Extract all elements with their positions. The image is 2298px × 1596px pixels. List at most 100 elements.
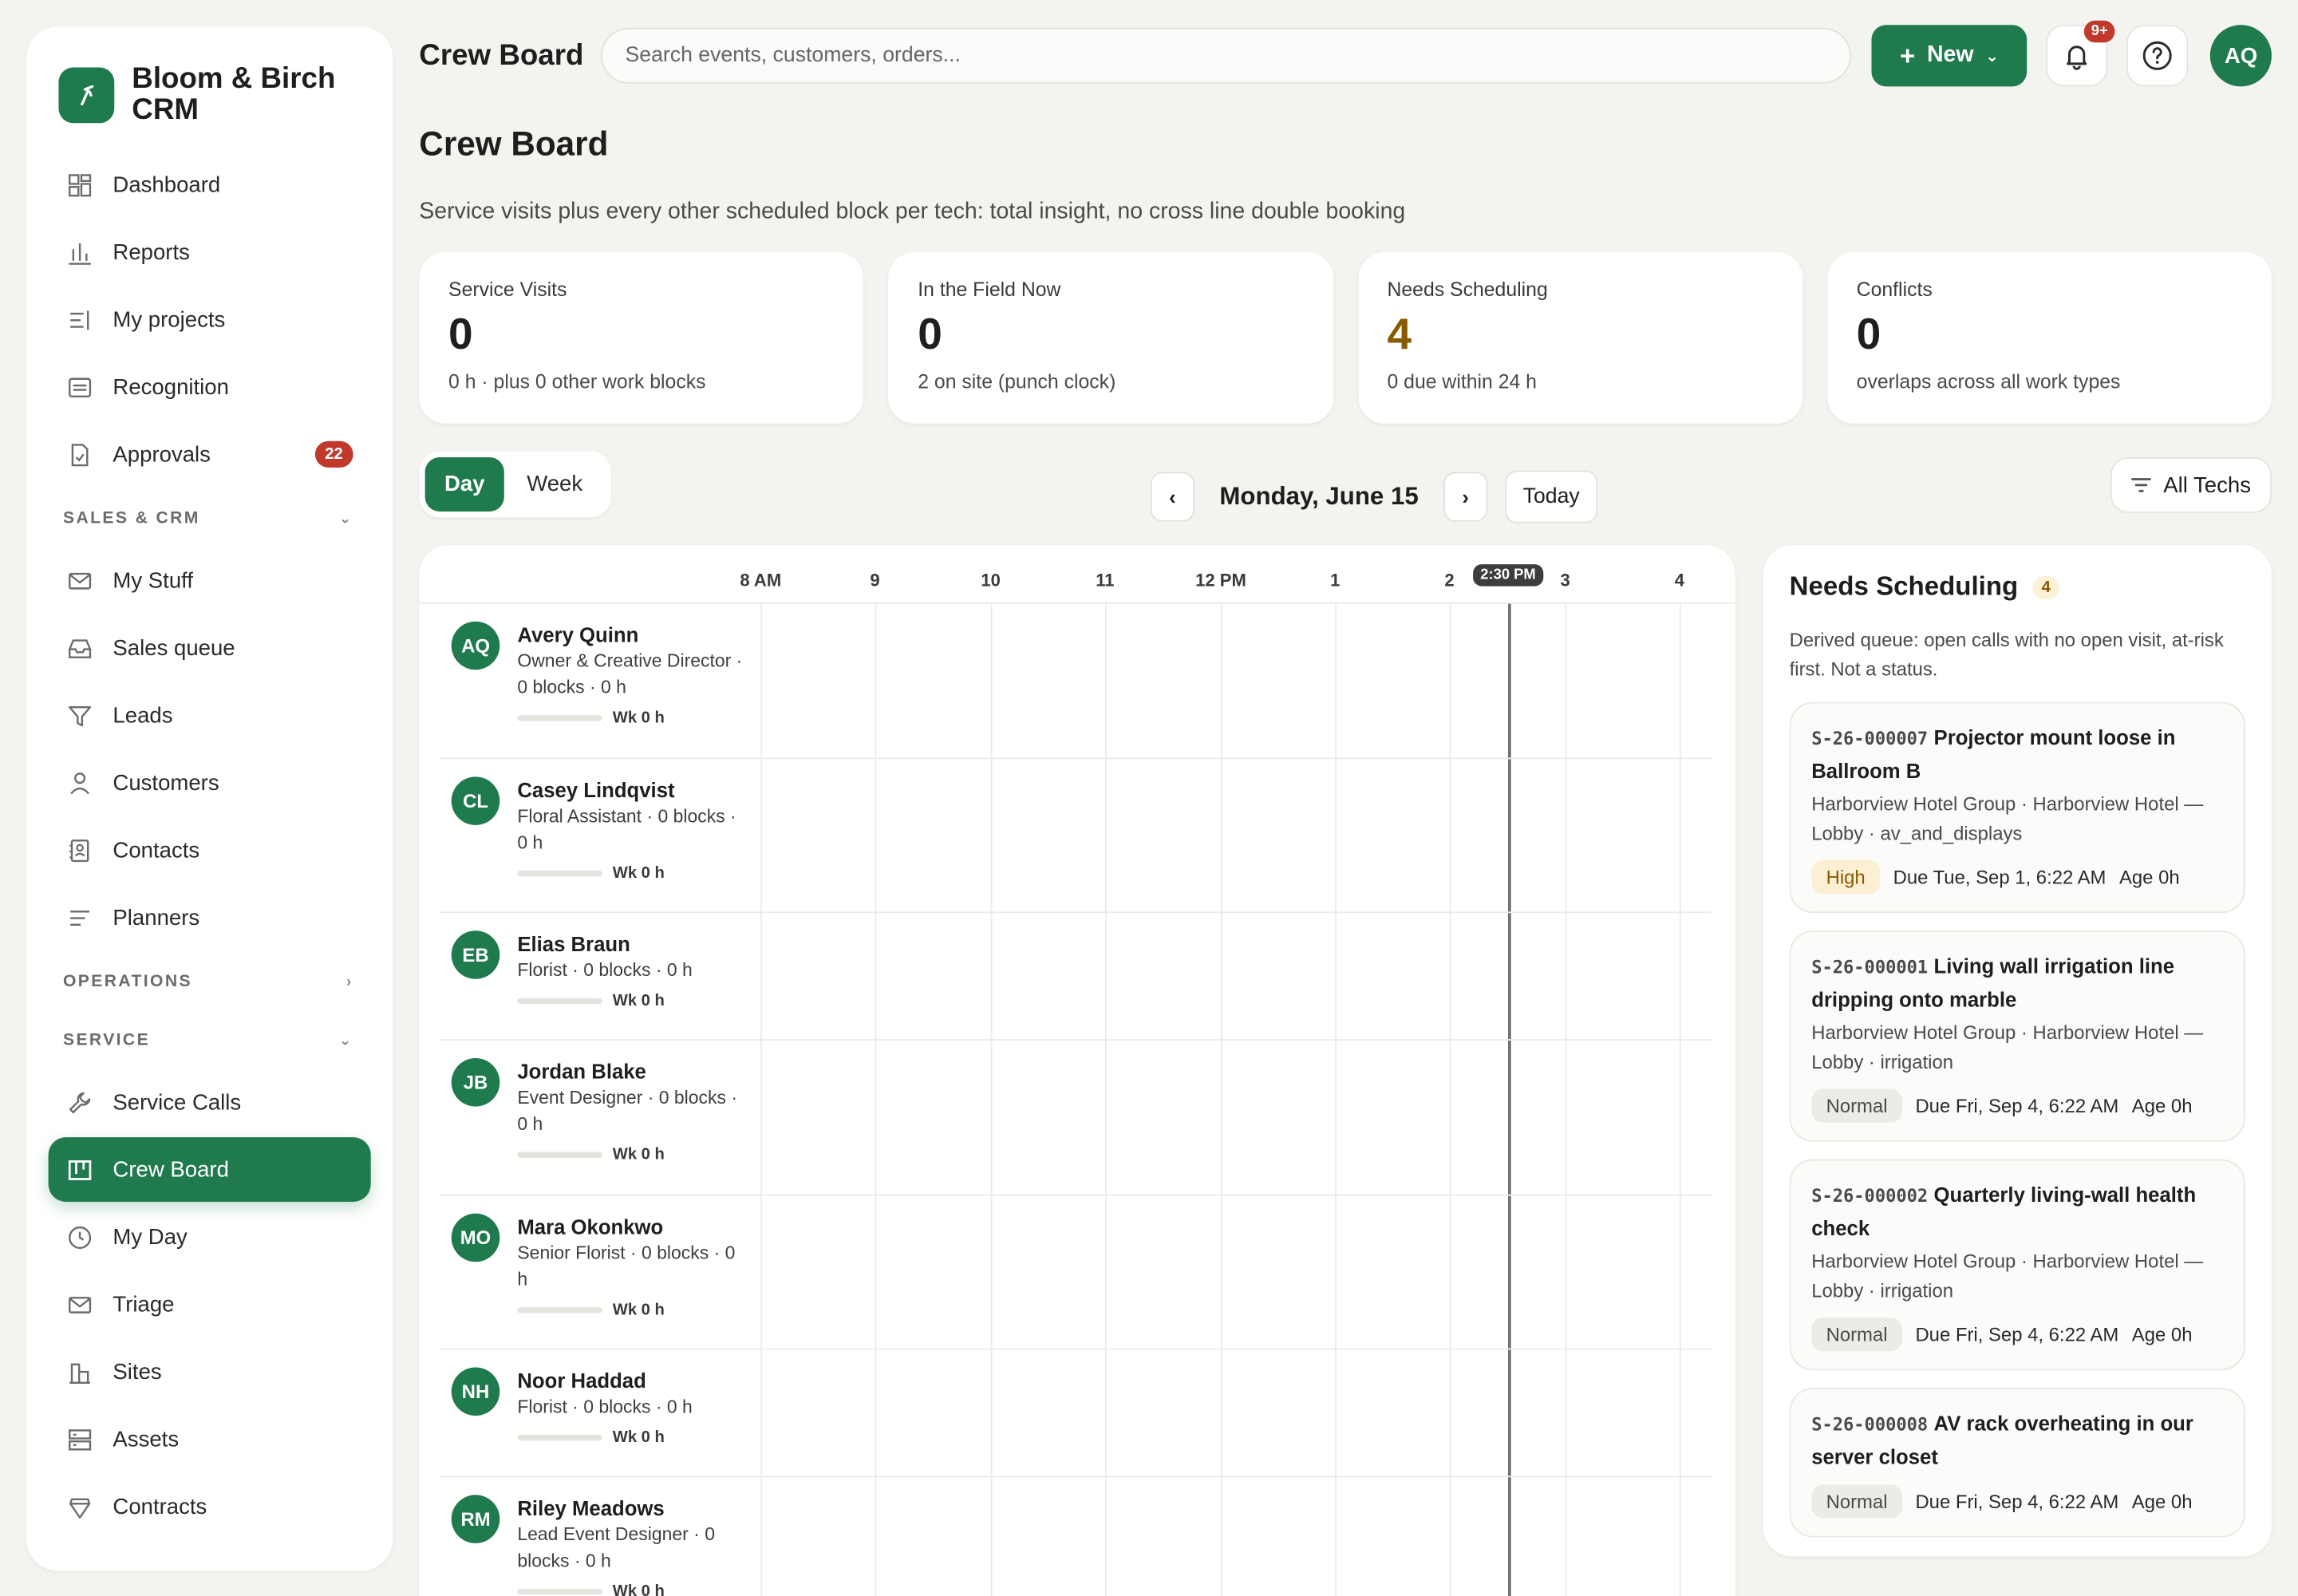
sidebar-item-dashboard[interactable]: Dashboard [49,152,371,217]
tech-row[interactable]: MO Mara Okonkwo Senior Florist · 0 blocks … [440,1196,1712,1350]
needs-scheduling-panel: Needs Scheduling 4 Derived queue: open c… [1763,545,2272,1557]
brand-name: Bloom & Birch CRM [132,62,336,126]
week-hours-bar [517,1434,602,1441]
week-hours-bar [517,715,602,721]
next-day-button[interactable]: › [1443,472,1488,522]
filter-icon [66,702,93,729]
call-id: S-26-000008 [1811,1414,1929,1435]
tech-meta: Florist · 0 blocks · 0 h [517,1396,693,1417]
new-button[interactable]: + New ⌄ [1871,25,2028,87]
sidebar: Bloom & Birch CRM Dashboard Reports My pro… [26,26,393,1571]
service-call-card[interactable]: S-26-000002 Quarterly living-wall health … [1789,1159,2245,1371]
sidebar-item-label: Contacts [113,837,200,863]
wrench-icon [66,1089,93,1116]
stat-value: 0 [448,310,473,359]
stat-label: In the Field Now [918,278,1061,301]
search-input[interactable]: Search events, customers, orders... [600,27,1851,84]
user-avatar[interactable]: AQ [2210,25,2272,87]
tech-row[interactable]: AQ Avery Quinn Owner & Creative Director ·… [440,604,1712,760]
tech-avatar: NH [451,1367,500,1416]
stat-card: Needs Scheduling 4 0 due within 24 h [1357,251,1802,424]
current-time-label: 2:30 PM [1473,564,1543,587]
tech-name: Noor Haddad [517,1369,646,1393]
stat-cards: Service Visits 0 0 h · plus 0 other work b… [419,251,2272,424]
stat-note: overlaps across all work types [1856,370,2121,393]
board-icon [66,1156,93,1183]
tech-row[interactable]: CL Casey Lindqvist Floral Assistant · 0 bl… [440,759,1712,914]
call-details: Harborview Hotel Group · Harborview Hote… [1811,1250,2204,1302]
page-subtitle: Service visits plus every other schedule… [419,199,1406,224]
section-sales-crm[interactable]: SALES & CRM ⌄ [49,489,371,547]
tech-row[interactable]: RM Riley Meadows Lead Event Designer · 0 b… [440,1477,1712,1596]
week-hours: Wk 0 h [612,709,665,727]
sidebar-item-planners[interactable]: Planners [49,885,371,950]
priority-badge: Normal [1811,1484,1902,1519]
priority-badge: Normal [1811,1317,1902,1352]
list-icon [66,306,93,333]
week-hours-bar [517,1588,602,1595]
sidebar-item-triage[interactable]: Triage [49,1272,371,1337]
call-id: S-26-000007 [1811,728,1929,749]
help-button[interactable] [2126,25,2189,87]
sidebar-item-crew-board[interactable]: Crew Board [48,1137,371,1202]
service-call-card[interactable]: S-26-000008 AV rack overheating in our se… [1789,1388,2245,1538]
view-day-button[interactable]: Day [424,457,504,512]
week-hours: Wk 0 h [612,1146,665,1164]
stat-note: 0 due within 24 h [1387,370,1537,393]
week-hours-bar [517,998,602,1005]
plus-icon: + [1899,41,1916,71]
sidebar-item-my-projects[interactable]: My projects [49,287,371,352]
sidebar-item-my-day[interactable]: My Day [49,1205,371,1270]
chevron-down-icon: ⌄ [338,1032,353,1049]
tech-meta: Event Designer · 0 blocks · 0 h [517,1087,737,1135]
sidebar-item-assets[interactable]: Assets [49,1407,371,1472]
stat-value: 0 [1856,310,1881,359]
chevron-right-icon: › [346,974,353,990]
stat-label: Service Visits [448,278,567,301]
tech-row[interactable]: NH Noor Haddad Florist · 0 blocks · 0 h Wk … [440,1349,1712,1478]
tech-filter-button[interactable]: All Techs [2110,457,2272,513]
prev-day-button[interactable]: ‹ [1150,472,1194,522]
sidebar-item-label: Sites [113,1359,162,1385]
priority-badge: Normal [1811,1088,1902,1123]
sidebar-item-recognition[interactable]: Recognition [49,354,371,419]
sidebar-item-leads[interactable]: Leads [49,683,371,748]
service-call-card[interactable]: S-26-000007 Projector mount loose in Ball… [1789,701,2245,914]
week-hours-bar [517,1307,602,1314]
sidebar-item-reports[interactable]: Reports [49,219,371,284]
section-label: SALES & CRM [62,510,200,528]
hour-label: 2 [1444,570,1455,591]
mail-icon [66,1291,93,1317]
tech-avatar: EB [451,930,500,979]
lines-icon [66,904,93,930]
sidebar-item-approvals[interactable]: Approvals 22 [49,422,371,487]
today-button[interactable]: Today [1505,470,1598,523]
contact-book-icon [66,837,93,863]
call-details: Harborview Hotel Group · Harborview Hote… [1811,1021,2204,1073]
stat-label: Needs Scheduling [1387,278,1548,301]
filter-icon [2131,478,2152,492]
sidebar-item-contracts[interactable]: Contracts [49,1475,371,1539]
stat-card: Conflicts 0 overlaps across all work types [1826,251,2272,424]
sidebar-item-contacts[interactable]: Contacts [49,818,371,883]
section-service[interactable]: SERVICE ⌄ [49,1011,371,1069]
brand[interactable]: Bloom & Birch CRM [26,26,393,152]
sidebar-item-sales-queue[interactable]: Sales queue [49,615,371,680]
section-operations[interactable]: OPERATIONS › [49,953,371,1011]
sidebar-item-service-calls[interactable]: Service Calls [49,1070,371,1135]
tech-avatar: AQ [451,621,500,670]
sidebar-item-customers[interactable]: Customers [49,750,371,815]
tech-row[interactable]: EB Elias Braun Florist · 0 blocks · 0 h Wk … [440,913,1712,1041]
view-toggle: Day Week [419,451,611,518]
service-call-card[interactable]: S-26-000001 Living wall irrigation line d… [1789,930,2245,1142]
tech-avatar: MO [451,1213,500,1262]
view-week-button[interactable]: Week [504,457,606,512]
sidebar-item-my-stuff[interactable]: My Stuff [49,548,371,613]
stat-card: In the Field Now 0 2 on site (punch clock) [888,251,1333,424]
tech-row[interactable]: JB Jordan Blake Event Designer · 0 blocks … [440,1041,1712,1196]
notification-badge: 9+ [2083,20,2115,43]
sidebar-item-sites[interactable]: Sites [49,1340,371,1404]
call-age: Age 0h [2131,1490,2193,1513]
notifications-button[interactable]: 9+ [2046,20,2115,87]
tech-name: Jordan Blake [517,1059,646,1084]
